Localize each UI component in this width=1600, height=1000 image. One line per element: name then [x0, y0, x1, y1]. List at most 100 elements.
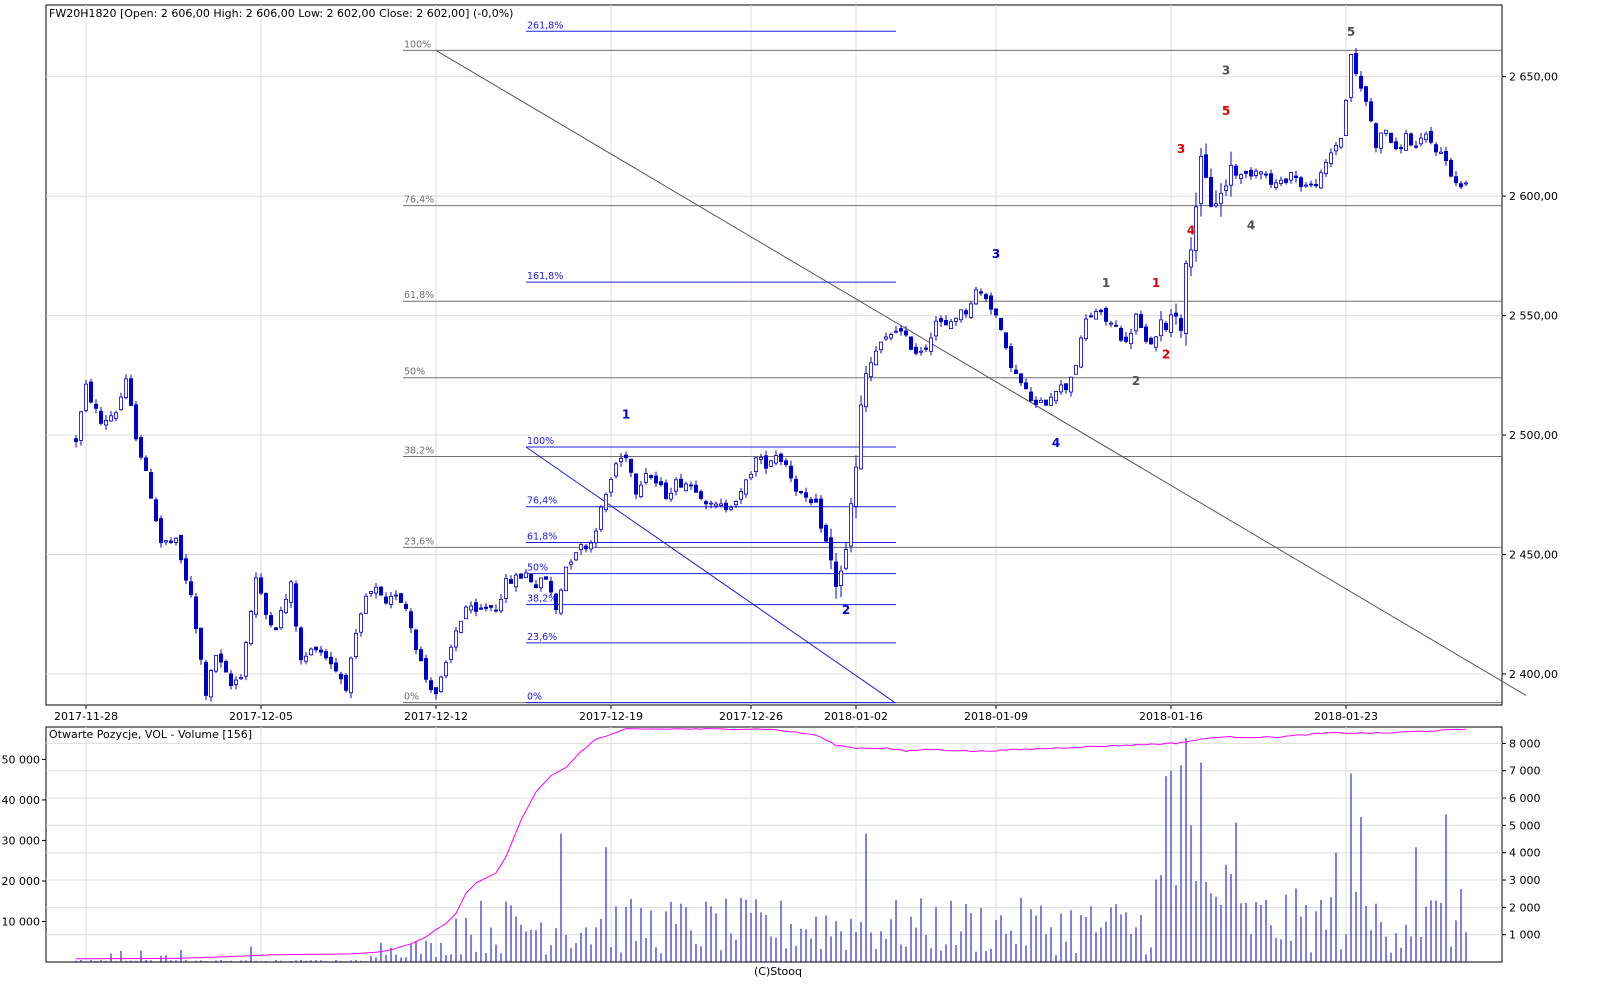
fib-secondary-level-label: 261,8%	[527, 20, 563, 31]
candle-body	[934, 320, 939, 337]
wave-label: 4	[1187, 223, 1195, 237]
candle-body	[1244, 170, 1249, 174]
candle-body	[759, 457, 764, 460]
candle-body	[659, 481, 664, 486]
candle-body	[979, 291, 984, 294]
candle-body	[634, 473, 639, 495]
footer-credit: (C)Stooq	[754, 965, 802, 978]
candle-body	[999, 317, 1004, 330]
candle-body	[724, 502, 729, 511]
wave-label: 1	[1102, 276, 1110, 290]
fib-main-level-label: 50%	[404, 367, 425, 378]
candle-body	[804, 492, 809, 498]
candle-body	[889, 334, 894, 339]
candle-body	[133, 404, 138, 440]
date-tick-label: 2017-12-12	[404, 710, 468, 723]
candle-body	[223, 661, 228, 673]
candle-body	[368, 591, 373, 594]
candle-body	[879, 341, 884, 351]
candle-body	[1349, 53, 1354, 98]
candle-body	[1029, 391, 1034, 402]
candle-body	[398, 593, 403, 603]
volume-right-tick-label: 8 000	[1509, 737, 1541, 750]
candle-body	[579, 544, 584, 551]
candle-body	[604, 493, 609, 511]
fib-secondary-level-label: 61,8%	[527, 532, 557, 543]
candle-body	[413, 629, 418, 651]
volume-right-tick-label: 3 000	[1509, 874, 1541, 887]
volume-panel-frame	[45, 726, 1503, 963]
candle-body	[1429, 130, 1434, 143]
candle-body	[104, 419, 109, 426]
price-tick-label: 2 650,00	[1509, 71, 1558, 84]
candle-body	[964, 310, 969, 315]
date-axis: 2017-11-28 2017-12-05 2017-12-12 2017-12-19…	[54, 705, 1378, 723]
candle-body	[1274, 182, 1279, 188]
wave-label: 4	[1247, 219, 1255, 233]
candle-body	[1239, 174, 1244, 179]
candle-body	[534, 584, 539, 589]
fib-secondary-level-label: 50%	[527, 563, 548, 574]
candle-body	[1279, 179, 1284, 184]
candle-body	[949, 321, 954, 329]
wave-label: 1	[1152, 276, 1160, 290]
wave-label: 5	[1222, 104, 1230, 118]
candle-body	[899, 328, 904, 332]
candle-body	[1384, 129, 1389, 134]
candle-body	[173, 537, 178, 543]
candle-body	[539, 577, 544, 589]
fib-secondary-level-label: 100%	[527, 436, 554, 447]
date-tick-label: 2017-12-05	[229, 710, 293, 723]
candle-body	[679, 478, 684, 488]
candle-body	[188, 581, 193, 596]
wave-label: 3	[1222, 63, 1230, 77]
candle-body	[178, 534, 183, 561]
candle-body	[453, 630, 458, 648]
candle-body	[1394, 141, 1399, 150]
candle-body	[1059, 384, 1064, 393]
fib-secondary-level-label: 38,2%	[527, 594, 557, 605]
candle-body	[909, 336, 914, 350]
volume-left-tick-label: 40 000	[2, 794, 41, 807]
candle-body	[183, 558, 188, 581]
candle-body	[584, 545, 589, 550]
wave-label: 2	[1162, 348, 1170, 362]
fib-main-level-label: 0%	[404, 692, 419, 703]
candle-body	[874, 350, 879, 366]
candle-body	[1044, 399, 1049, 406]
candle-body	[629, 458, 634, 473]
candle-body	[939, 318, 944, 323]
candle-body	[839, 570, 844, 586]
candle-body	[1359, 75, 1364, 89]
candle-body	[378, 586, 383, 596]
candle-body	[99, 410, 104, 424]
candle-body	[1259, 171, 1264, 175]
candle-body	[423, 658, 428, 680]
candle-body	[619, 457, 624, 462]
candle-body	[1309, 183, 1314, 186]
candle-body	[1049, 396, 1054, 406]
candle-body	[208, 670, 213, 698]
candle-body	[819, 498, 824, 529]
candle-body	[929, 337, 934, 352]
candle-body	[243, 642, 248, 677]
date-tick-label: 2017-11-28	[54, 710, 118, 723]
volume-right-axis: 1 000 2 000 3 000 4 000 5 000 6 000 7 000 8 000	[1502, 737, 1541, 942]
candle-body	[654, 475, 659, 484]
candle-body	[483, 606, 488, 609]
candle-body	[1144, 326, 1149, 342]
candle-body	[128, 378, 133, 406]
candle-body	[1414, 145, 1419, 148]
candle-body	[373, 586, 378, 594]
candle-body	[363, 595, 368, 614]
stock-chart: 100%76,4%61,8%50%38,2%23,6%0%261,8%161,8…	[2, 4, 1558, 978]
candle-body	[1324, 161, 1329, 175]
fib-main-level-label: 23,6%	[404, 536, 434, 547]
candle-body	[193, 596, 198, 630]
volume-right-tick-label: 5 000	[1509, 819, 1541, 832]
candle-body	[1209, 177, 1214, 207]
candle-body	[564, 566, 569, 592]
candle-body	[844, 549, 849, 569]
candle-body	[1169, 314, 1174, 333]
candle-body	[764, 455, 769, 469]
